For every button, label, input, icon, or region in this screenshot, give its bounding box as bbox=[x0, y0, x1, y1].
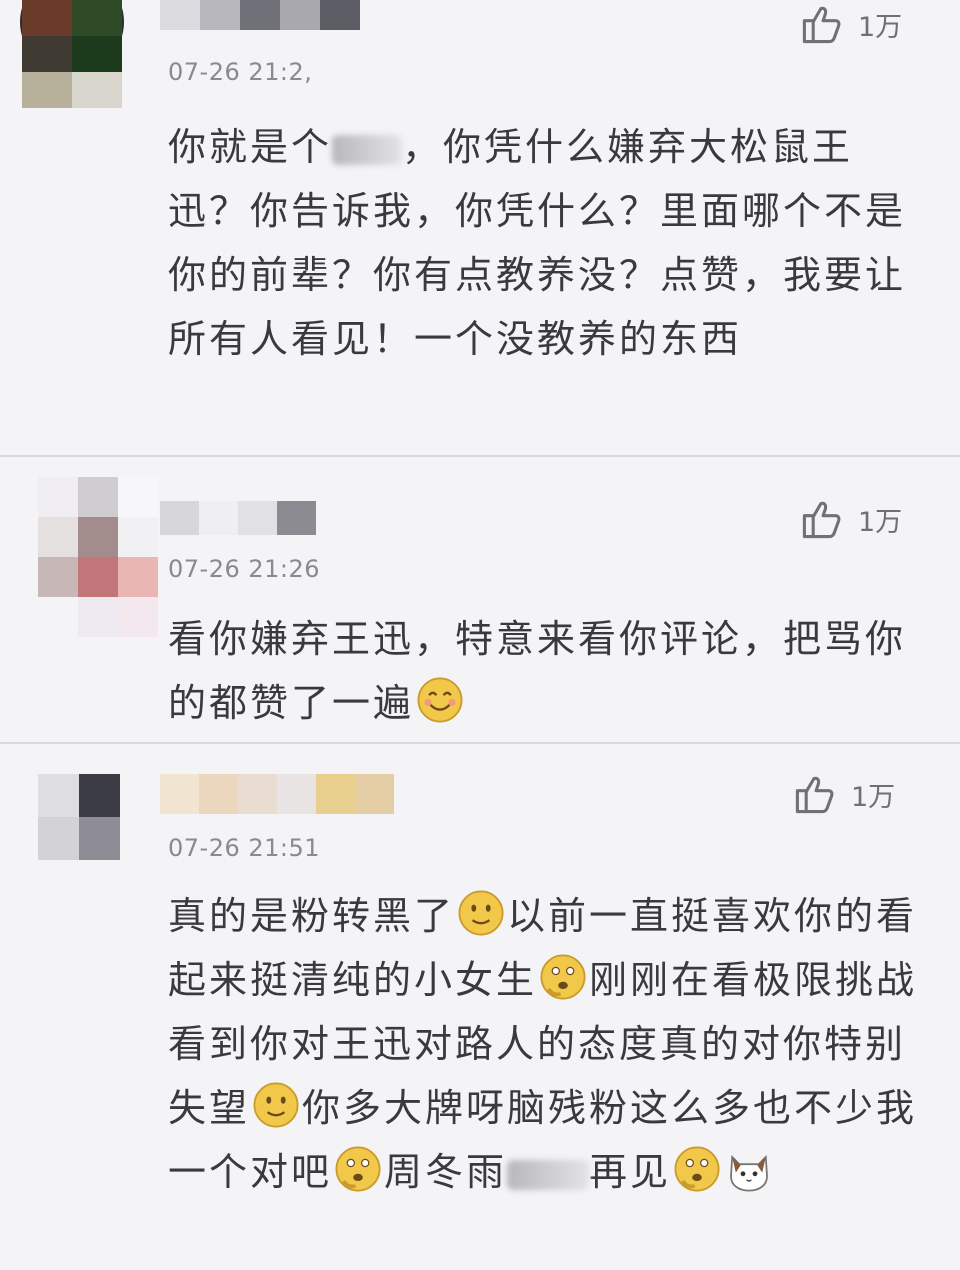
thinking-emoji-icon bbox=[540, 954, 586, 1000]
thumbs-up-icon bbox=[802, 501, 841, 539]
like-count-3: 1万 bbox=[851, 781, 896, 813]
comment-1: 1万 07-26 21:2, 你就是个 ，你凭什么嫌弃大松鼠王迅？你告诉我，你凭什… bbox=[0, 0, 960, 457]
like-button-3[interactable]: 1万 bbox=[793, 772, 895, 816]
comment-text-1: 你就是个 ，你凭什么嫌弃大松鼠王迅？你告诉我，你凭什么？里面哪个不是你的前辈？你有… bbox=[168, 125, 907, 361]
thinking-emoji-icon bbox=[674, 1146, 720, 1192]
thinking-emoji-icon bbox=[335, 1146, 381, 1192]
comment-2: 1万 07-26 21:26 看你嫌弃王迅，特意来看你评论，把骂你的都赞了一遍 bbox=[0, 457, 960, 744]
comment-text-3: 真的是粉转黑了 以前一直挺喜欢你的看起来挺清纯的小女生 刚刚在看极限挑战看到你对王迅… bbox=[168, 884, 928, 1204]
censored-word bbox=[332, 134, 403, 165]
smile-emoji-icon bbox=[253, 1082, 299, 1128]
avatar-1-pixelated[interactable] bbox=[22, 0, 122, 110]
timestamp-1: 07-26 21:2, bbox=[168, 58, 313, 86]
comment-3: 1万 07-26 21:51 真的是粉转黑了 以前一直挺喜欢你的看起来挺清纯的小女… bbox=[0, 744, 960, 1270]
thumbs-up-icon bbox=[802, 6, 841, 44]
avatar-3-pixelated[interactable] bbox=[38, 774, 120, 860]
timestamp-2: 07-26 21:26 bbox=[168, 555, 321, 583]
avatar-2-pixelated[interactable] bbox=[38, 477, 158, 637]
like-button-2[interactable]: 1万 bbox=[800, 497, 902, 541]
username-1-pixelated[interactable] bbox=[160, 0, 360, 30]
timestamp-3: 07-26 21:51 bbox=[168, 834, 321, 862]
censored-word bbox=[507, 1159, 590, 1190]
smile-emoji-icon bbox=[417, 677, 463, 723]
cat-face-icon bbox=[730, 1154, 768, 1192]
comment-text-2: 看你嫌弃王迅，特意来看你评论，把骂你的都赞了一遍 bbox=[168, 617, 907, 725]
username-3-pixelated[interactable] bbox=[160, 774, 394, 814]
like-count-1: 1万 bbox=[858, 11, 903, 43]
thumbs-up-icon bbox=[795, 776, 834, 814]
like-button-1[interactable]: 1万 bbox=[800, 2, 902, 46]
like-count-2: 1万 bbox=[858, 506, 903, 538]
smile-emoji-icon bbox=[458, 890, 504, 936]
username-2-pixelated[interactable] bbox=[160, 501, 316, 535]
